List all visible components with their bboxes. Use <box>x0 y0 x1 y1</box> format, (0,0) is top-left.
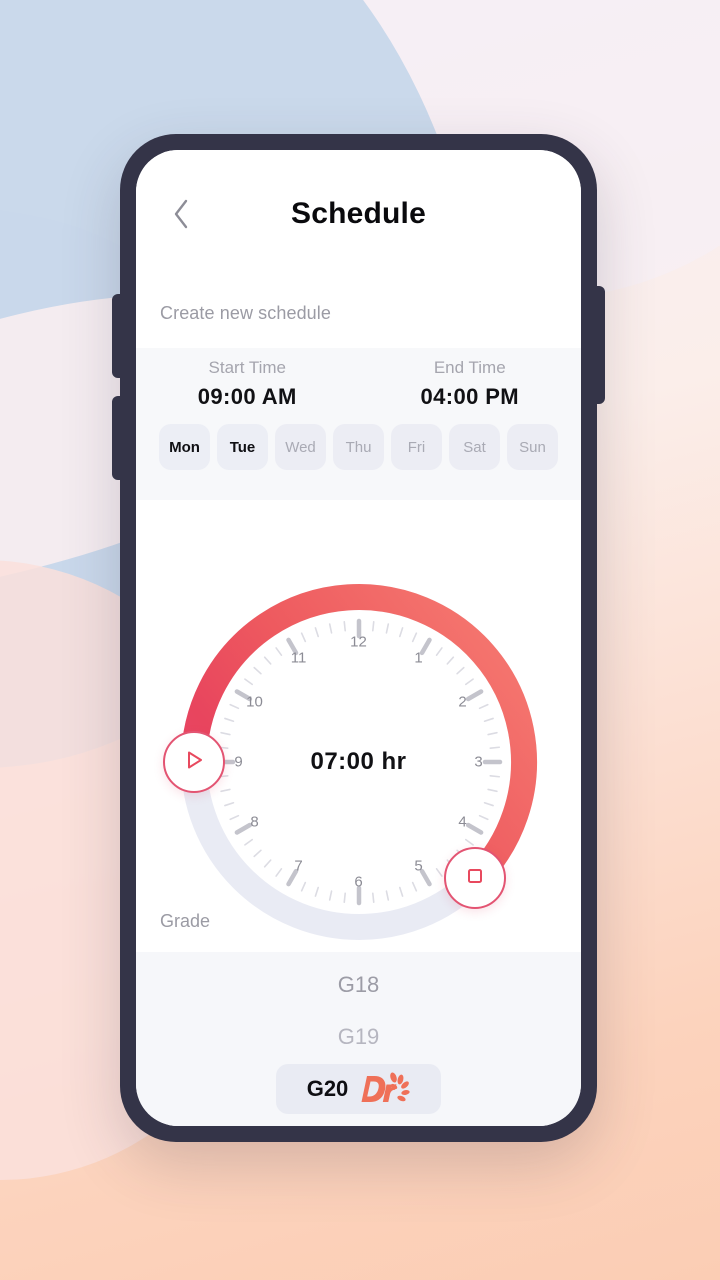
grade-picker[interactable]: G18 G19 G20 <box>136 952 581 1126</box>
hour-label-9: 9 <box>234 753 243 771</box>
hour-label-2: 2 <box>458 693 467 711</box>
day-chip-tue[interactable]: Tue <box>217 424 268 470</box>
start-time-handle[interactable] <box>162 731 225 793</box>
power-button[interactable] <box>595 286 605 404</box>
hour-label-6: 6 <box>354 873 363 891</box>
end-time-value: 04:00 PM <box>420 384 520 409</box>
day-chip-fri[interactable]: Fri <box>391 424 442 470</box>
hour-label-3: 3 <box>474 753 483 771</box>
grade-option-g20-label: G20 <box>306 1076 349 1101</box>
hour-label-7: 7 <box>294 857 303 875</box>
hour-label-8: 8 <box>250 813 259 831</box>
start-time-label: Start Time <box>208 358 286 377</box>
day-selector: Mon Tue Wed Thu Fri Sat Sun <box>136 424 581 470</box>
hour-label-4: 4 <box>458 813 467 831</box>
hour-label-11: 11 <box>290 649 307 667</box>
end-time-label: End Time <box>433 358 506 377</box>
play-icon <box>183 749 205 776</box>
hour-label-1: 1 <box>414 649 423 667</box>
duration-value: 07:00 hr <box>310 748 407 775</box>
end-time-handle[interactable] <box>443 847 506 909</box>
app-header: Schedule <box>136 150 581 278</box>
day-chip-sun[interactable]: Sun <box>507 424 558 470</box>
back-button[interactable] <box>162 195 200 233</box>
start-time-field[interactable]: Start Time 09:00 AM <box>136 358 359 410</box>
grade-option-g20[interactable]: G20 <box>276 1064 441 1114</box>
hour-label-12: 12 <box>350 633 367 651</box>
clock-section: 12 1 2 3 4 5 6 7 8 9 10 11 07:00 hr <box>136 500 581 940</box>
day-chip-wed[interactable]: Wed <box>275 424 326 470</box>
dr-flower-logo-icon <box>360 1072 410 1106</box>
time-range-section: Start Time 09:00 AM End Time 04:00 PM Mo… <box>136 348 581 500</box>
start-time-value: 09:00 AM <box>197 384 297 409</box>
chevron-left-icon <box>171 198 191 230</box>
screenshot-canvas: Schedule Create new schedule Start Time … <box>0 0 720 1280</box>
grade-option-g18[interactable]: G18 <box>338 960 380 1010</box>
create-new-schedule-row[interactable]: Create new schedule <box>136 278 581 348</box>
hour-label-5: 5 <box>414 857 423 875</box>
create-new-schedule-label: Create new schedule <box>160 302 332 323</box>
volume-down-button[interactable] <box>112 396 122 480</box>
grade-option-g19[interactable]: G19 <box>338 1012 380 1062</box>
phone-screen: Schedule Create new schedule Start Time … <box>136 150 581 1126</box>
hour-label-10: 10 <box>246 693 263 711</box>
duration-dial[interactable]: 12 1 2 3 4 5 6 7 8 9 10 11 07:00 hr <box>159 562 559 962</box>
day-chip-thu[interactable]: Thu <box>333 424 384 470</box>
stop-icon <box>465 866 485 891</box>
day-chip-sat[interactable]: Sat <box>449 424 500 470</box>
volume-up-button[interactable] <box>112 294 122 378</box>
day-chip-mon[interactable]: Mon <box>159 424 210 470</box>
page-title: Schedule <box>291 197 426 230</box>
end-time-field[interactable]: End Time 04:00 PM <box>359 358 582 410</box>
phone-mockup: Schedule Create new schedule Start Time … <box>112 134 605 1142</box>
